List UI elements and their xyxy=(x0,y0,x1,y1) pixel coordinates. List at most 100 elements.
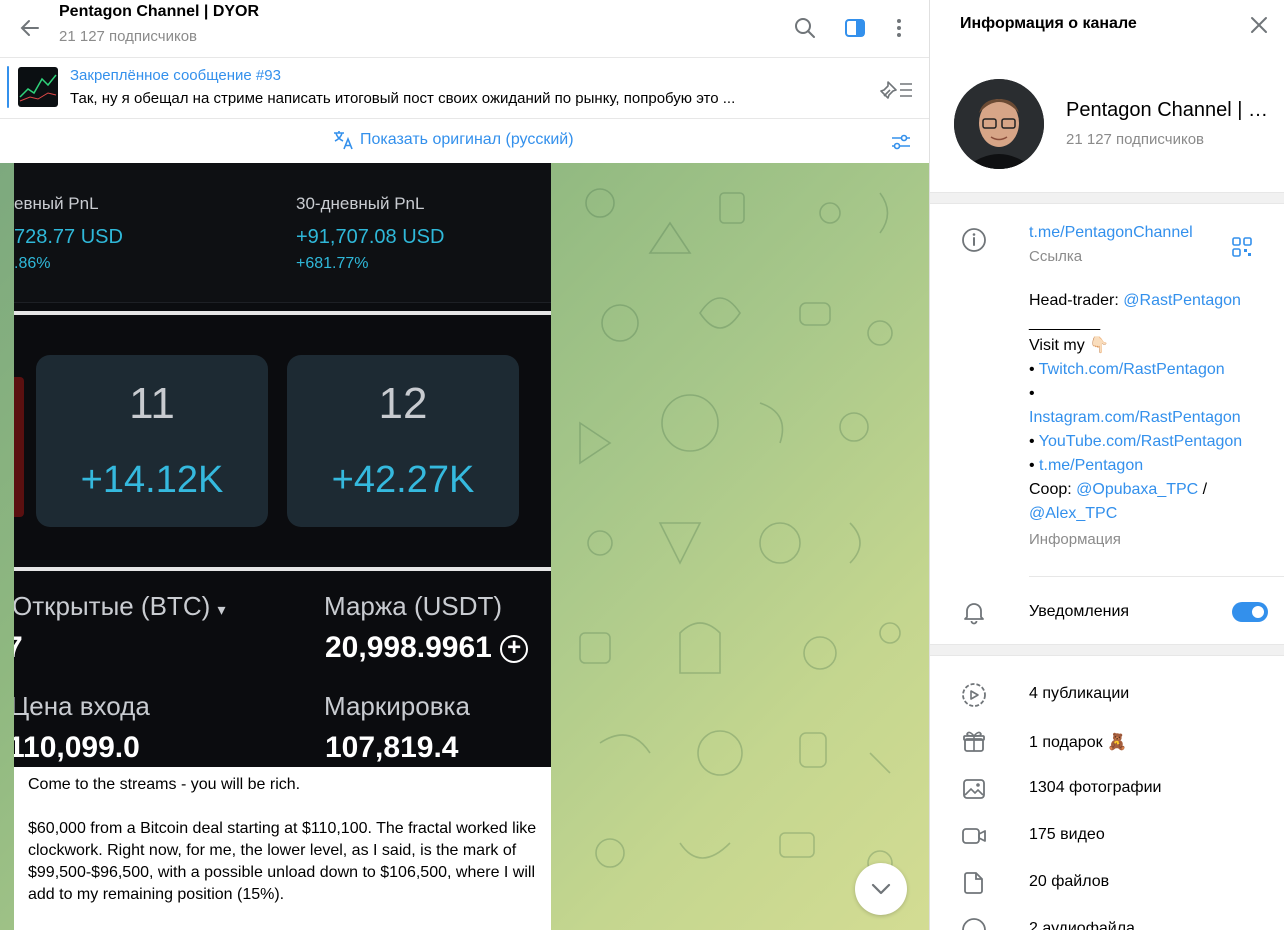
translate-bar: Показать оригинал (русский) xyxy=(0,120,929,163)
pinned-list-button[interactable] xyxy=(879,76,915,102)
add-margin-icon: + xyxy=(500,635,529,664)
translate-settings-button[interactable] xyxy=(887,128,915,156)
photo-separator xyxy=(14,311,551,315)
channel-info-panel: Информация о канале Pentagon Channel | D… xyxy=(929,0,1284,930)
channel-avatar[interactable] xyxy=(954,79,1044,169)
sliders-icon xyxy=(892,134,910,150)
show-original-label: Показать оригинал (русский) xyxy=(360,131,574,148)
audio-icon xyxy=(962,918,986,930)
day-card: 11 +14.12K xyxy=(36,355,268,527)
arrow-left-icon xyxy=(20,20,39,36)
instagram-link[interactable]: Instagram.com/RastPentagon xyxy=(1029,406,1279,430)
section-gap xyxy=(930,644,1284,656)
previous-day-card-edge xyxy=(14,377,24,517)
channel-link[interactable]: t.me/PentagonChannel xyxy=(1029,221,1279,245)
twitch-link[interactable]: Twitch.com/RastPentagon xyxy=(1039,361,1225,378)
margin-label: Маржа (USDT) xyxy=(324,591,503,621)
pnl-section: евный PnL 728.77 USD .86% 30-дневный PnL… xyxy=(14,163,551,303)
file-icon xyxy=(964,872,983,894)
message-photo[interactable]: евный PnL 728.77 USD .86% 30-дневный PnL… xyxy=(14,163,551,767)
chat-area: Pentagon Channel | DYOR 21 127 подписчик… xyxy=(0,0,929,930)
photo-icon xyxy=(963,779,985,799)
pinned-indicator xyxy=(7,66,9,108)
file-icon-wrap xyxy=(960,869,988,897)
pnl-left-label: евный PnL xyxy=(14,194,99,213)
youtube-line: • YouTube.com/RastPentagon xyxy=(1029,433,1243,450)
channel-link-caption: Ссылка xyxy=(1029,248,1083,265)
margin-value: 20,998.9961 + xyxy=(325,631,529,665)
head-trader-line: Head-trader: @RastPentagon xyxy=(1029,292,1241,309)
head-trader-link[interactable]: @RastPentagon xyxy=(1123,292,1241,309)
video-icon xyxy=(962,828,986,844)
chat-header: Pentagon Channel | DYOR 21 127 подписчик… xyxy=(0,0,929,58)
media-label: 20 файлов xyxy=(1029,873,1110,890)
tme-link[interactable]: t.me/Pentagon xyxy=(1039,457,1143,474)
entry-value: 110,099.0 xyxy=(14,731,140,764)
channel-description: t.me/PentagonChannel Ссылка Head-trader:… xyxy=(1029,221,1279,552)
pointing-down-emoji: 👇🏻 xyxy=(1089,335,1110,354)
day-number: 11 xyxy=(129,379,175,428)
show-original-button[interactable]: Показать оригинал (русский) xyxy=(332,129,574,151)
bullet-line: • xyxy=(1029,385,1035,402)
tme-line: • t.me/Pentagon xyxy=(1029,457,1144,474)
media-row-gifts[interactable]: 1 подарок 🧸 xyxy=(930,720,1284,764)
pin-list-icon xyxy=(880,81,912,99)
pinned-title: Закреплённое сообщение #93 xyxy=(70,67,281,84)
day-value: +42.27K xyxy=(331,459,475,501)
scroll-down-button[interactable] xyxy=(855,863,907,915)
media-label: 1 подарок 🧸 xyxy=(1029,732,1127,751)
more-menu-button[interactable] xyxy=(881,10,917,46)
back-button[interactable] xyxy=(12,10,48,46)
entry-label: Цена входа xyxy=(14,691,150,721)
pinned-message-bar[interactable]: Закреплённое сообщение #93 Так, ну я обе… xyxy=(0,58,929,119)
media-row-files[interactable]: 20 файлов xyxy=(930,861,1284,905)
media-row-videos[interactable]: 175 видео xyxy=(930,814,1284,858)
info-icon-wrap xyxy=(960,226,988,254)
youtube-link[interactable]: YouTube.com/RastPentagon xyxy=(1039,433,1242,450)
pnl-right-label: 30-дневный PnL xyxy=(296,194,425,213)
media-label: 1304 фотографии xyxy=(1029,779,1162,796)
photo-icon-wrap xyxy=(960,775,988,803)
description-caption: Информация xyxy=(1029,531,1121,548)
channel-subscribers: 21 127 подписчиков xyxy=(1066,131,1205,148)
media-label: 4 публикации xyxy=(1029,685,1130,702)
channel-name: Pentagon Channel | DYOR xyxy=(1066,99,1278,121)
chat-subscribers: 21 127 подписчиков xyxy=(59,28,198,45)
info-icon xyxy=(962,228,986,252)
media-row-audio[interactable]: 2 аудиофайла xyxy=(930,908,1284,930)
message-bubble[interactable]: евный PnL 728.77 USD .86% 30-дневный PnL… xyxy=(14,163,551,930)
stories-icon xyxy=(962,683,986,707)
message-paragraph: $60,000 from a Bitcoin deal starting at … xyxy=(28,820,537,903)
day-number: 12 xyxy=(378,379,428,428)
chat-title[interactable]: Pentagon Channel | DYOR xyxy=(59,3,259,21)
pinned-thumbnail xyxy=(18,67,58,107)
media-row-posts[interactable]: 4 публикации xyxy=(930,673,1284,717)
notifications-toggle[interactable] xyxy=(1232,602,1268,622)
teddy-bear-emoji: 🧸 xyxy=(1107,732,1127,751)
gift-icon-wrap xyxy=(960,728,988,756)
more-vertical-icon xyxy=(897,19,901,37)
visit-line: Visit my 👇🏻 xyxy=(1029,335,1110,354)
pnl-right-value: +91,707.08 USD xyxy=(296,226,445,248)
media-row-photos[interactable]: 1304 фотографии xyxy=(930,767,1284,811)
day-card: 12 +42.27K xyxy=(287,355,519,527)
media-label: 2 аудиофайла xyxy=(1029,920,1135,930)
close-panel-button[interactable] xyxy=(1242,8,1276,42)
message-paragraph: Come to the streams - you will be rich. xyxy=(28,776,301,793)
open-label: Открытые (BTC) ▾ xyxy=(14,591,226,621)
search-icon xyxy=(795,18,815,38)
coop-line: Coop: @Opubaxa_TPC / xyxy=(1029,481,1208,498)
section-gap xyxy=(930,192,1284,204)
close-icon xyxy=(1251,17,1267,33)
avatar-photo xyxy=(954,79,1044,169)
coop-link[interactable]: @Opubaxa_TPC xyxy=(1076,481,1198,498)
coop-link[interactable]: @Alex_TPC xyxy=(1029,502,1279,526)
twitch-line: • Twitch.com/RastPentagon xyxy=(1029,361,1225,378)
message-text: Come to the streams - you will be rich. … xyxy=(14,767,551,906)
audio-icon-wrap xyxy=(960,916,988,930)
media-label: 175 видео xyxy=(1029,826,1105,843)
pnl-left-value: 728.77 USD xyxy=(14,226,123,248)
toggle-sidebar-button[interactable] xyxy=(837,10,873,46)
panel-title: Информация о канале xyxy=(960,15,1137,32)
search-button[interactable] xyxy=(787,10,823,46)
